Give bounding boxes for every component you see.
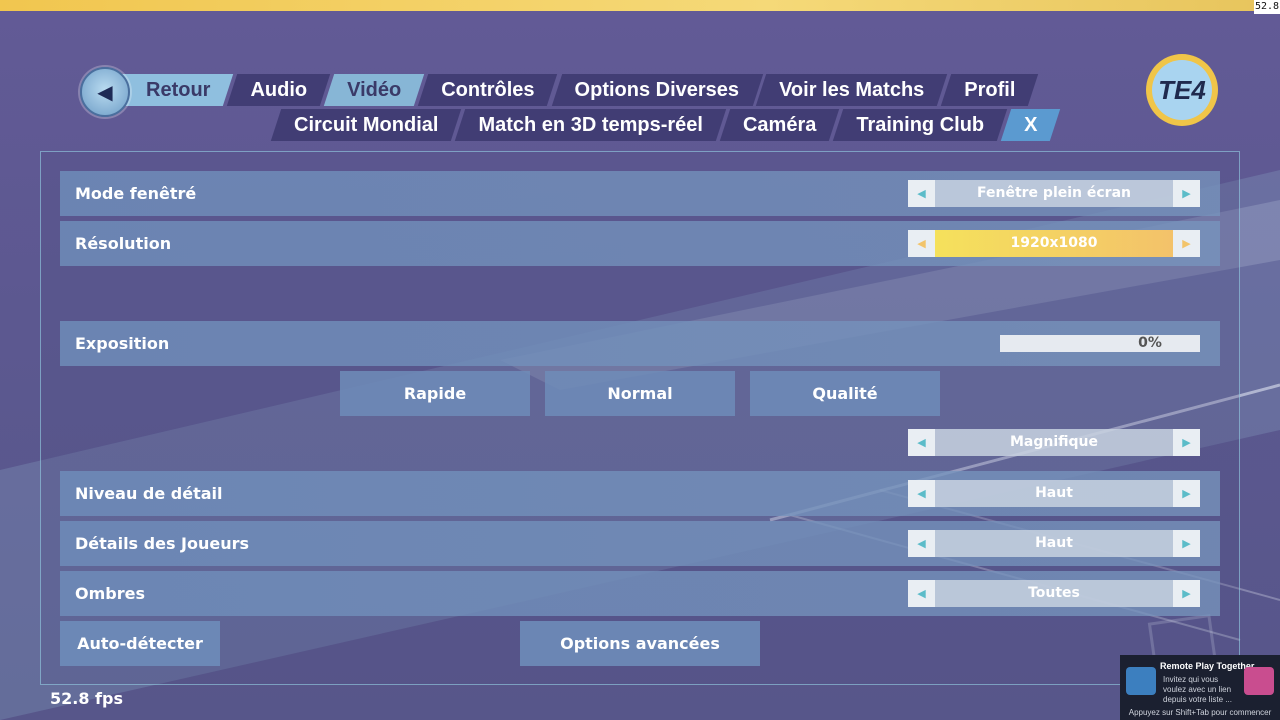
tab-training-club[interactable]: Training Club — [838, 109, 1002, 141]
resolution-label: Résolution — [75, 234, 172, 253]
auto-detect-button[interactable]: Auto-détecter — [60, 621, 220, 666]
tab-video[interactable]: Vidéo — [329, 74, 419, 106]
exposure-value: 0% — [1138, 335, 1162, 351]
tab-close-x[interactable]: X — [1006, 109, 1055, 141]
remote-play-hint: Appuyez sur Shift+Tab pour commencer — [1128, 708, 1272, 717]
resolution-prev-arrow-icon[interactable]: ◀ — [908, 230, 935, 257]
exposure-label: Exposition — [75, 334, 170, 353]
tab-options-diverses[interactable]: Options Diverses — [557, 74, 758, 106]
advanced-options-button[interactable]: Options avancées — [520, 621, 760, 666]
tab-camera[interactable]: Caméra — [725, 109, 834, 141]
preset-qualite-button[interactable]: Qualité — [750, 371, 940, 416]
tab-audio[interactable]: Audio — [232, 74, 325, 106]
resolution-value: 1920x1080 — [935, 230, 1173, 257]
shadows-value: Toutes — [935, 580, 1173, 607]
window-mode-selector: ◀ Fenêtre plein écran ▶ — [908, 180, 1200, 207]
left-arrow-icon: ◀ — [97, 80, 113, 104]
window-mode-prev-arrow-icon[interactable]: ◀ — [908, 180, 935, 207]
logo-text: TE4 — [1152, 60, 1212, 120]
video-settings-panel: Mode fenêtré ◀ Fenêtre plein écran ▶ Rés… — [40, 151, 1240, 685]
window-mode-value: Fenêtre plein écran — [935, 180, 1173, 207]
detail-level-selector: ◀ Haut ▶ — [908, 480, 1200, 507]
top-progress-bar — [0, 0, 1280, 11]
detail-next-arrow-icon[interactable]: ▶ — [1173, 480, 1200, 507]
detail-level-label: Niveau de détail — [75, 484, 223, 503]
preset-rapide-button[interactable]: Rapide — [340, 371, 530, 416]
row-exposure: Exposition 0% — [60, 321, 1220, 366]
window-mode-label: Mode fenêtré — [75, 184, 197, 203]
player-details-value: Haut — [935, 530, 1173, 557]
shadows-selector: ◀ Toutes ▶ — [908, 580, 1200, 607]
tab-profil[interactable]: Profil — [946, 74, 1033, 106]
fps-label: 52.8 fps — [50, 689, 123, 708]
back-arrow-button[interactable]: ◀ — [80, 67, 130, 117]
resolution-selector: ◀ 1920x1080 ▶ — [908, 230, 1200, 257]
fps-counter-corner: 52.8 — [1254, 0, 1280, 14]
player-details-selector: ◀ Haut ▶ — [908, 530, 1200, 557]
player-details-label: Détails des Joueurs — [75, 534, 250, 553]
shadows-prev-arrow-icon[interactable]: ◀ — [908, 580, 935, 607]
quality-prev-arrow-icon[interactable]: ◀ — [908, 429, 935, 456]
shadows-label: Ombres — [75, 584, 145, 603]
row-shadows: Ombres ◀ Toutes ▶ — [60, 571, 1220, 616]
game-logo: TE4 — [1146, 54, 1218, 126]
detail-level-value: Haut — [935, 480, 1173, 507]
players-prev-arrow-icon[interactable]: ◀ — [908, 530, 935, 557]
couch-pink-icon — [1244, 667, 1274, 695]
row-player-details: Détails des Joueurs ◀ Haut ▶ — [60, 521, 1220, 566]
nav-row-secondary: Circuit Mondial Match en 3D temps-réel C… — [276, 109, 1059, 141]
row-detail-level: Niveau de détail ◀ Haut ▶ — [60, 471, 1220, 516]
remote-play-title: Remote Play Together — [1160, 661, 1255, 671]
remote-play-popup[interactable]: Remote Play Together Invitez qui vous vo… — [1120, 655, 1280, 720]
tab-controles[interactable]: Contrôles — [423, 74, 552, 106]
exposure-slider[interactable]: 0% — [1000, 335, 1200, 352]
tab-circuit-mondial[interactable]: Circuit Mondial — [276, 109, 456, 141]
window-mode-next-arrow-icon[interactable]: ▶ — [1173, 180, 1200, 207]
resolution-next-arrow-icon[interactable]: ▶ — [1173, 230, 1200, 257]
couch-blue-icon — [1126, 667, 1156, 695]
row-resolution: Résolution ◀ 1920x1080 ▶ — [60, 221, 1220, 266]
detail-prev-arrow-icon[interactable]: ◀ — [908, 480, 935, 507]
nav-row-primary: Retour Audio Vidéo Contrôles Options Div… — [112, 74, 1037, 106]
players-next-arrow-icon[interactable]: ▶ — [1173, 530, 1200, 557]
tab-match-3d[interactable]: Match en 3D temps-réel — [460, 109, 721, 141]
quality-selector: ◀ Magnifique ▶ — [908, 429, 1200, 456]
tab-voir-les-matchs[interactable]: Voir les Matchs — [761, 74, 942, 106]
row-window-mode: Mode fenêtré ◀ Fenêtre plein écran ▶ — [60, 171, 1220, 216]
preset-normal-button[interactable]: Normal — [545, 371, 735, 416]
remote-play-description: Invitez qui vous voulez avec un lien dep… — [1163, 675, 1232, 704]
quality-value: Magnifique — [935, 429, 1173, 456]
shadows-next-arrow-icon[interactable]: ▶ — [1173, 580, 1200, 607]
quality-next-arrow-icon[interactable]: ▶ — [1173, 429, 1200, 456]
